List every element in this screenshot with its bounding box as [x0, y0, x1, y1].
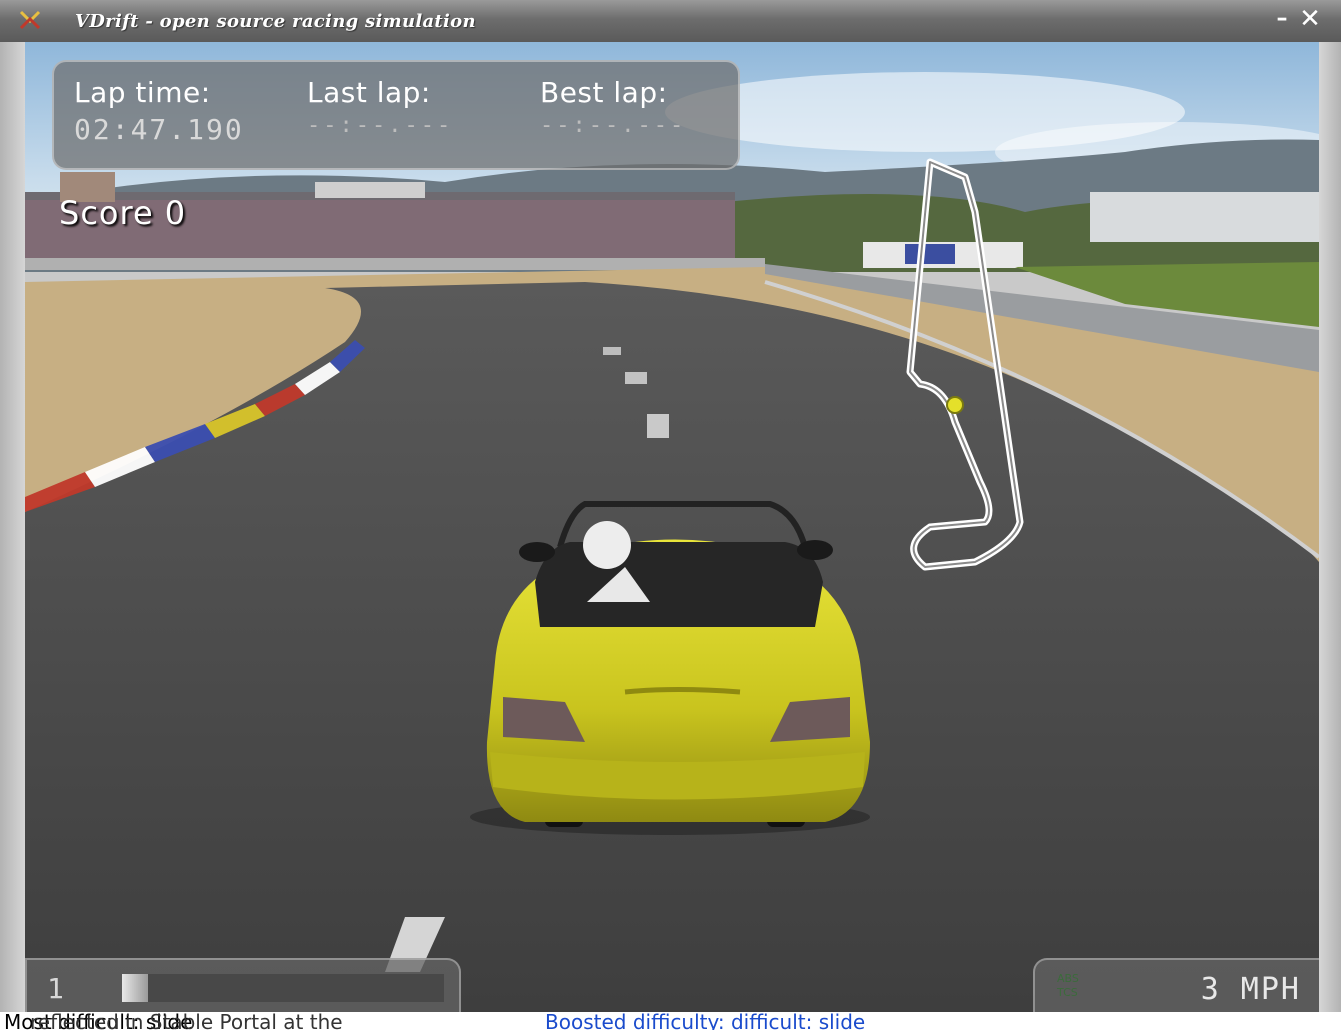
gear-indicator: 1	[47, 972, 64, 1005]
speed-panel: ABS TCS 3 MPH	[1033, 958, 1319, 1012]
status-text-strip: Most difficult: slide reflected in Stabl…	[0, 1012, 1341, 1030]
speedometer: 3 MPH	[1200, 972, 1301, 1007]
stand-roof	[315, 182, 425, 198]
abs-tcs-indicators: ABS TCS	[1057, 972, 1079, 1000]
tcs-indicator: TCS	[1057, 986, 1078, 999]
lap-time-label: Lap time:	[74, 76, 211, 109]
lane-dash	[625, 372, 647, 384]
best-lap-group: Best lap: --:--.---	[540, 76, 686, 138]
status-text-c: Boosted difficulty: difficult: slide	[545, 1012, 866, 1030]
last-lap-group: Last lap: --:--.---	[307, 76, 453, 138]
rpm-bar-fill	[122, 974, 148, 1002]
player-car	[470, 501, 870, 835]
barrier	[25, 258, 765, 270]
race-scene	[25, 42, 1319, 1012]
last-lap-label: Last lap:	[307, 76, 431, 109]
last-lap-value: --:--.---	[307, 113, 454, 138]
minimap-car-marker	[946, 396, 964, 414]
lane-dash	[603, 347, 621, 355]
lap-time-panel: Lap time: 02:47.190 Last lap: --:--.--- …	[52, 60, 740, 170]
window-titlebar[interactable]: VDrift - open source racing simulation –…	[0, 0, 1341, 43]
window-title: VDrift - open source racing simulation	[75, 11, 476, 32]
lap-time-group: Lap time: 02:47.190	[74, 76, 244, 146]
gear-rpm-panel: 1	[25, 958, 461, 1012]
lap-time-value: 02:47.190	[74, 113, 244, 146]
best-lap-label: Best lap:	[540, 76, 668, 109]
status-text-b: reflected in Stable Portal at the	[30, 1012, 343, 1030]
window-frame-left	[0, 42, 25, 1030]
pit-building	[1090, 192, 1319, 242]
close-icon[interactable]: ✕	[1297, 6, 1323, 32]
ad-board-logo	[905, 244, 955, 264]
game-viewport[interactable]: Lap time: 02:47.190 Last lap: --:--.--- …	[25, 42, 1319, 1012]
best-lap-value: --:--.---	[540, 113, 687, 138]
abs-indicator: ABS	[1057, 972, 1079, 985]
lane-dash	[647, 414, 669, 438]
minimize-icon[interactable]: –	[1269, 6, 1295, 32]
rpm-bar-track	[122, 974, 444, 1002]
window-frame-right	[1319, 42, 1341, 1030]
score-display: Score 0	[59, 194, 187, 232]
vdrift-app-icon[interactable]	[18, 9, 42, 31]
